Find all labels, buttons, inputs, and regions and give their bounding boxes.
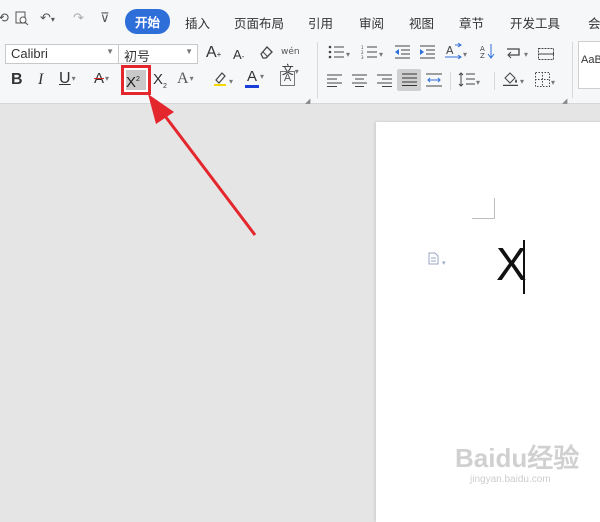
margin-corner-mark [472, 198, 495, 219]
watermark: Baidu经验 [455, 443, 580, 473]
paragraph-settings-button[interactable]: ▾ [428, 252, 446, 269]
text-cursor [523, 240, 525, 294]
document-icon [428, 252, 439, 265]
watermark-url: jingyan.baidu.com [470, 474, 551, 485]
